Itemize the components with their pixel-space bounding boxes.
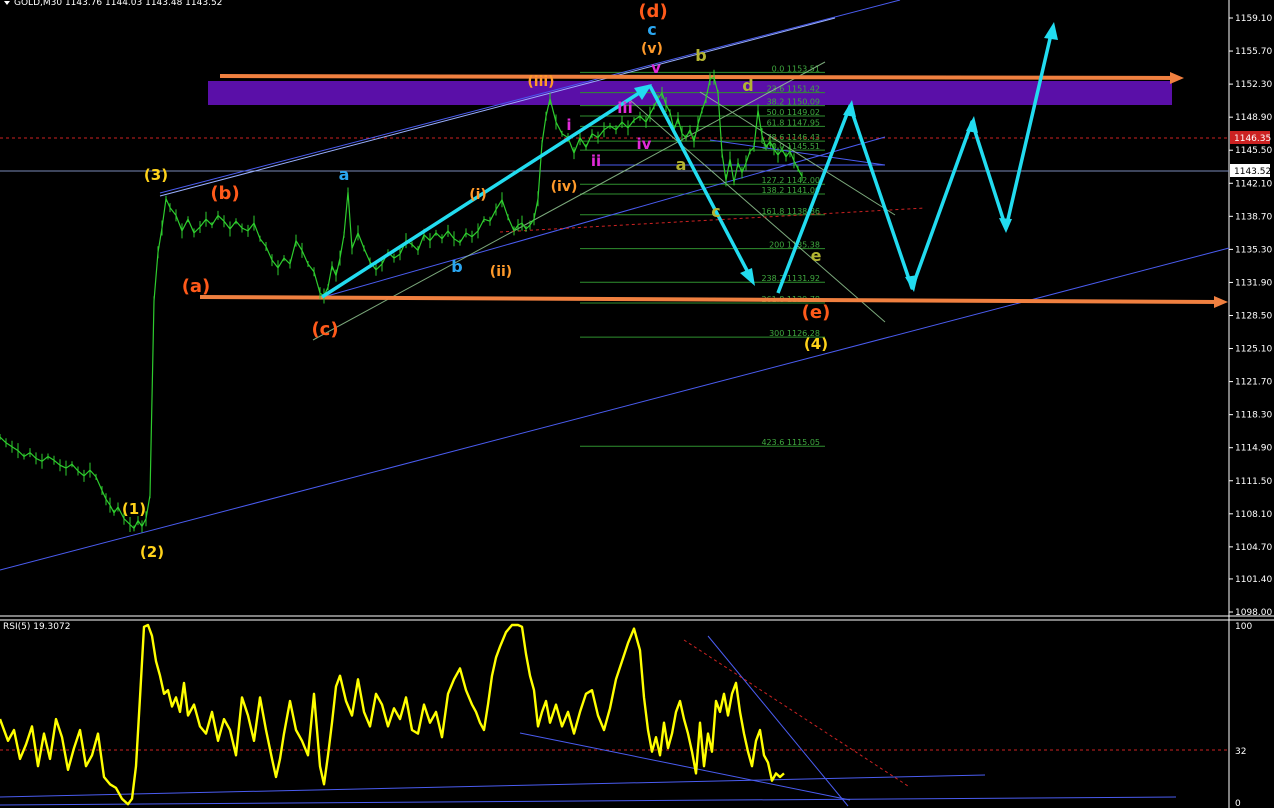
price-tick-label: 1104.70 [1235,543,1272,553]
wave-label: (d) [638,1,667,22]
rsi-series [0,623,785,806]
wave-label: e [811,246,822,265]
rsi-tick-32: 32 [1235,747,1246,757]
fibo-level-label: 61.8 1147.95 [767,118,820,127]
current-price-tag: 1143.52 [1230,164,1271,177]
wave-label: i [566,116,571,134]
fibo-level-label: 423.6 1115.05 [761,438,820,447]
wave-label: (a) [182,276,211,297]
fibo-level-label: 127.2 1142.00 [761,176,820,185]
wave-label: (3) [144,166,168,184]
wave-label: (4) [804,335,828,353]
wave-label: (iii) [527,74,554,90]
wave-label: b [451,257,462,276]
price-tick-label: 1145.50 [1235,146,1272,156]
price-tick-label: 1098.00 [1235,608,1272,618]
marker-price-tag: 1146.35 [1230,131,1271,144]
wave-label: c [647,20,656,39]
price-tick-label: 1125.10 [1235,345,1272,355]
price-tick-label: 1159.10 [1235,14,1272,24]
wave-label: (2) [140,543,164,561]
price-tick-label: 1101.40 [1235,575,1272,585]
price-tick-label: 1148.90 [1235,113,1272,123]
wave-label: b [695,46,706,65]
fibo-extension: 0.0 1153.5123.6 1151.4238.2 1150.0950.0 … [580,64,825,447]
wave-label: v [651,59,661,77]
price-tick-label: 1135.30 [1235,245,1272,255]
price-axis: 1159.10 1155.70 1152.30 1148.90 1145.50 1142.… [1229,14,1272,618]
arrowhead-icon [966,116,978,133]
rsi-descending-line [519,732,851,801]
rsi-axis: 100 32 0 [1235,622,1252,808]
wave-label: a [339,165,350,184]
wave-label: d [742,76,753,95]
price-tick-label: 1128.50 [1235,311,1272,321]
arrowhead-icon [1044,22,1058,40]
green-channel-fan [629,99,886,323]
wave-label: (e) [802,302,831,323]
support-line [199,295,1228,308]
wave-label: (i) [469,187,487,203]
wave-label: ii [591,152,601,170]
wave-label: (ii) [490,264,512,280]
price-tick-label: 1114.90 [1235,444,1272,454]
rsi-tick-100: 100 [1235,622,1252,632]
price-tick-label: 1108.10 [1235,510,1272,520]
current-price-text: 1143.52 [1234,167,1271,177]
price-tick-label: 1111.50 [1235,477,1272,487]
wave-label: iv [637,135,652,153]
header-arrow-icon [4,1,10,5]
fibo-level-label: 238.2 1131.92 [761,274,820,283]
price-tick-label: 1155.70 [1235,47,1272,57]
price-tick-label: 1131.90 [1235,278,1272,288]
arrowhead-icon [740,268,755,286]
rsi-tick-0: 0 [1235,799,1241,808]
wave-label: iii [617,99,632,117]
wave-label: (b) [210,183,239,204]
wave-label: (c) [311,319,338,340]
wave-label: (1) [122,500,146,518]
price-tick-label: 1121.70 [1235,378,1272,388]
wave-label: (v) [641,41,663,57]
wave-label: (iv) [551,179,578,195]
price-tick-label: 1118.30 [1235,411,1272,421]
price-tick-label: 1138.70 [1235,212,1272,222]
arrowhead-icon [999,218,1012,233]
fibo-level-label: 50.0 1149.02 [767,108,820,117]
marker-price-text: 1146.35 [1234,134,1271,144]
wave-label: a [676,155,687,174]
rsi-trendlines [0,635,1177,807]
price-tick-label: 1152.30 [1235,80,1272,90]
wave-label: c [711,202,720,221]
fibo-level-label: 38.2 1150.09 [767,98,820,107]
rsi-red-trendline [683,639,909,787]
rsi-lower-line [0,796,1177,806]
price-tick-label: 1142.10 [1235,179,1272,189]
channel-upper-parallel [159,17,836,197]
fibo-level-label: 138.2 1141.00 [761,186,820,195]
projection-arrows [321,29,1054,299]
chart-canvas[interactable]: 0.0 1153.5123.6 1151.4238.2 1150.0950.0 … [0,0,1274,808]
